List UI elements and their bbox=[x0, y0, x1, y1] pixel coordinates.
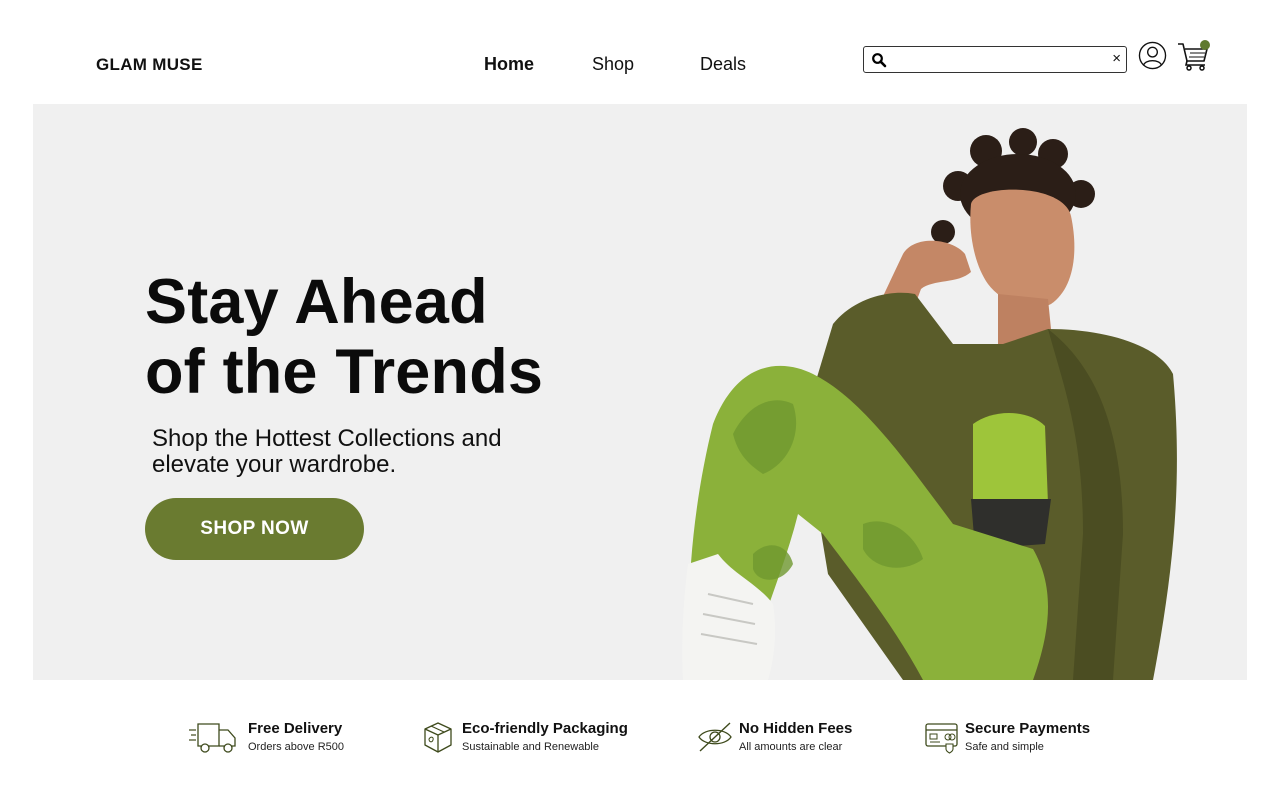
feature-subtitle: Safe and simple bbox=[965, 741, 1044, 753]
search-icon bbox=[872, 53, 887, 68]
hero-subtitle: Shop the Hottest Collections and elevate… bbox=[152, 425, 502, 478]
feature-subtitle: All amounts are clear bbox=[739, 741, 843, 753]
feature-title: Secure Payments bbox=[965, 720, 1091, 737]
hero-title-line1: Stay Ahead bbox=[145, 267, 488, 337]
delivery-truck-icon bbox=[189, 723, 236, 753]
secure-card-icon bbox=[925, 723, 958, 754]
package-box-icon bbox=[424, 722, 452, 753]
feature-title: Eco-friendly Packaging bbox=[462, 720, 628, 737]
hero-model-image bbox=[682, 128, 1177, 680]
hidden-eye-icon bbox=[698, 722, 732, 752]
clear-search-button[interactable]: × bbox=[1112, 50, 1121, 68]
hero-banner: Stay Ahead of the Trends Shop the Hottes… bbox=[33, 104, 1247, 680]
nav-deals[interactable]: Deals bbox=[700, 54, 746, 75]
user-icon[interactable] bbox=[1138, 41, 1167, 70]
feature-title: No Hidden Fees bbox=[739, 720, 853, 737]
cart-button[interactable] bbox=[1177, 40, 1211, 72]
hero-title: Stay Ahead of the Trends bbox=[145, 267, 665, 407]
shop-now-button[interactable]: SHOP NOW bbox=[145, 498, 364, 560]
search-box: × bbox=[863, 46, 1127, 73]
hero-title-line2: of the Trends bbox=[145, 337, 544, 407]
cart-badge bbox=[1200, 40, 1210, 50]
nav-home[interactable]: Home bbox=[484, 54, 534, 75]
feature-title: Free Delivery bbox=[248, 720, 343, 737]
feature-subtitle: Sustainable and Renewable bbox=[462, 741, 599, 753]
site-header: GLAM MUSE Home Shop Deals × bbox=[0, 0, 1280, 104]
features-bar: Free Delivery Orders above R500 Eco-frie… bbox=[0, 710, 1280, 770]
search-input[interactable] bbox=[892, 50, 1102, 69]
nav-shop[interactable]: Shop bbox=[592, 54, 634, 75]
feature-subtitle: Orders above R500 bbox=[248, 741, 344, 753]
